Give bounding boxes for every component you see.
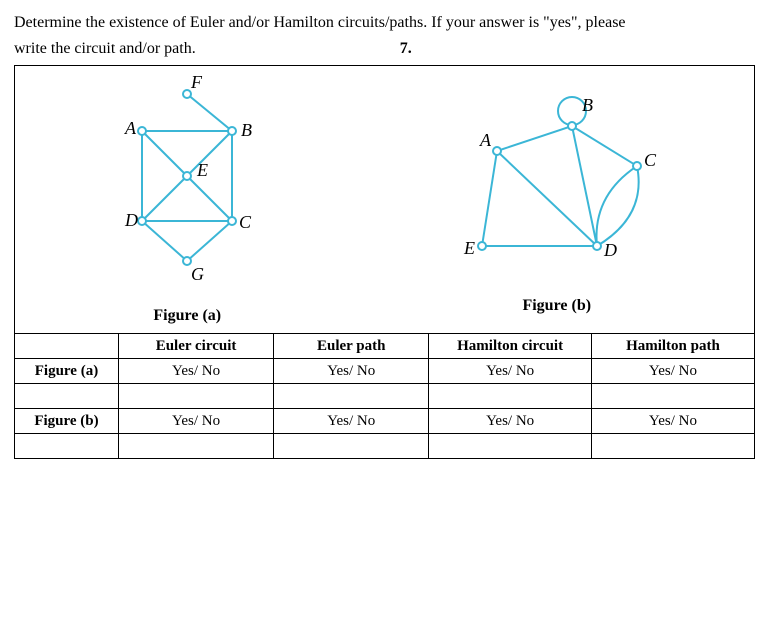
cell-b-euler-circuit-ans[interactable] (118, 434, 273, 459)
vertex-G: G (191, 264, 204, 284)
row-figure-a-answer (15, 384, 754, 409)
cell-b-euler-circuit[interactable]: Yes/ No (118, 409, 273, 434)
row-a-label: Figure (a) (15, 359, 118, 384)
figure-b-caption: Figure (b) (442, 297, 672, 315)
header-blank (15, 334, 118, 359)
header-euler-path: Euler path (274, 334, 429, 359)
answer-table: Euler circuit Euler path Hamilton circui… (15, 333, 754, 458)
row-a-blank (15, 384, 118, 409)
instructions-text: Determine the existence of Euler and/or … (14, 10, 755, 61)
cell-b-hamilton-circuit-ans[interactable] (429, 434, 592, 459)
cell-a-euler-path-ans[interactable] (274, 384, 429, 409)
figure-container: F A B E D C G Figure (a) (14, 65, 755, 459)
row-figure-a: Figure (a) Yes/ No Yes/ No Yes/ No Yes/ … (15, 359, 754, 384)
figure-a-caption: Figure (a) (97, 307, 277, 325)
vertex-B2: B (582, 95, 593, 115)
figure-b: B A C D E Figure (b) (442, 86, 672, 315)
header-hamilton-circuit: Hamilton circuit (429, 334, 592, 359)
cell-a-euler-circuit-ans[interactable] (118, 384, 273, 409)
figure-b-svg: B A C D E (442, 86, 672, 286)
figure-a-svg: F A B E D C G (97, 76, 277, 296)
cell-a-hamilton-path-ans[interactable] (591, 384, 754, 409)
vertex-A2: A (479, 130, 492, 150)
vertex-B: B (241, 120, 252, 140)
cell-a-euler-path[interactable]: Yes/ No (274, 359, 429, 384)
problem-number: 7. (400, 36, 412, 62)
row-figure-b-answer (15, 434, 754, 459)
cell-a-hamilton-circuit-ans[interactable] (429, 384, 592, 409)
vertex-E2: E (463, 238, 475, 258)
instructions-line2: write the circuit and/or path. (14, 40, 196, 57)
instructions-line1: Determine the existence of Euler and/or … (14, 14, 626, 31)
row-figure-b: Figure (b) Yes/ No Yes/ No Yes/ No Yes/ … (15, 409, 754, 434)
vertex-D: D (124, 210, 138, 230)
figures-area: F A B E D C G Figure (a) (15, 66, 754, 333)
cell-a-euler-circuit[interactable]: Yes/ No (118, 359, 273, 384)
cell-a-hamilton-circuit[interactable]: Yes/ No (429, 359, 592, 384)
vertex-C2: C (644, 150, 657, 170)
cell-a-hamilton-path[interactable]: Yes/ No (591, 359, 754, 384)
cell-b-hamilton-circuit[interactable]: Yes/ No (429, 409, 592, 434)
row-b-blank (15, 434, 118, 459)
row-b-label: Figure (b) (15, 409, 118, 434)
vertex-D2: D (603, 240, 617, 260)
vertex-C: C (239, 212, 252, 232)
header-hamilton-path: Hamilton path (591, 334, 754, 359)
figure-a: F A B E D C G Figure (a) (97, 76, 277, 325)
vertex-E: E (196, 160, 208, 180)
table-header-row: Euler circuit Euler path Hamilton circui… (15, 334, 754, 359)
cell-b-hamilton-path-ans[interactable] (591, 434, 754, 459)
header-euler-circuit: Euler circuit (118, 334, 273, 359)
cell-b-euler-path-ans[interactable] (274, 434, 429, 459)
cell-b-hamilton-path[interactable]: Yes/ No (591, 409, 754, 434)
cell-b-euler-path[interactable]: Yes/ No (274, 409, 429, 434)
vertex-A: A (124, 118, 137, 138)
vertex-F: F (190, 76, 203, 92)
